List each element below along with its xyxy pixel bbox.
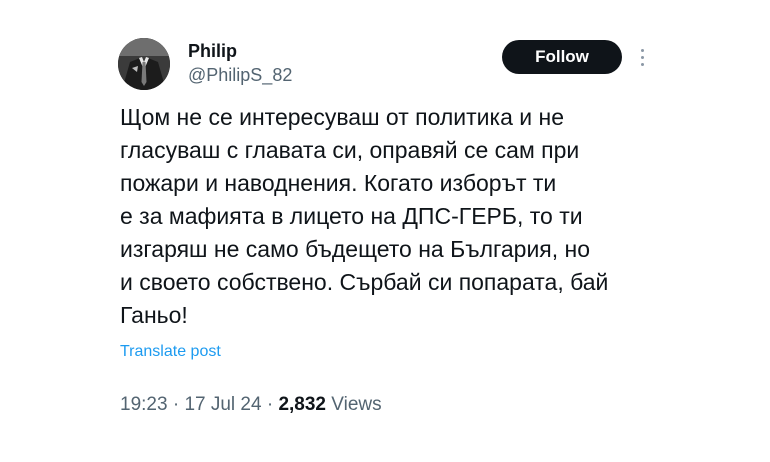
author-handle[interactable]: @PhilipS_82 [188,63,292,87]
tweet-text-line: и своето собствено. Сърбай си попарата, … [120,269,609,295]
tweet-date[interactable]: 17 Jul 24 [184,394,261,415]
more-vertical-icon[interactable] [634,44,650,70]
tweet-time[interactable]: 19:23 [120,394,168,415]
translate-post-link[interactable]: Translate post [120,343,221,361]
tweet-text-line: изгаряш не само бъдещето на България, но [120,236,591,262]
tweet-text-line: пожари и наводнения. Когато изборът ти [120,170,557,196]
meta-separator: · [172,394,180,415]
follow-button[interactable]: Follow [502,40,622,74]
views-count[interactable]: 2,832 [278,394,326,415]
dot [640,48,644,52]
tweet-card: Philip @PhilipS_82 Follow Щом не се инте… [0,0,770,462]
author-block: Philip @PhilipS_82 [188,40,292,87]
dot [640,62,644,66]
tweet-text-line: гласуваш с главата си, оправяй се сам пр… [120,137,580,163]
tweet-text: Щом не се интересуваш от политика и не г… [120,101,680,332]
views-label: Views [331,394,382,415]
avatar[interactable] [118,38,170,90]
author-display-name[interactable]: Philip [188,40,292,62]
tweet-meta: 19:23 · 17 Jul 24 · 2,832 Views [120,394,382,416]
tweet-text-line: Ганьо! [120,302,188,328]
meta-separator: · [266,394,274,415]
avatar-image [118,38,170,90]
tweet-text-line: е за мафията в лицето на ДПС-ГЕРБ, то ти [120,203,583,229]
tweet-text-line: Щом не се интересуваш от политика и не [120,104,564,130]
dot [640,55,644,59]
